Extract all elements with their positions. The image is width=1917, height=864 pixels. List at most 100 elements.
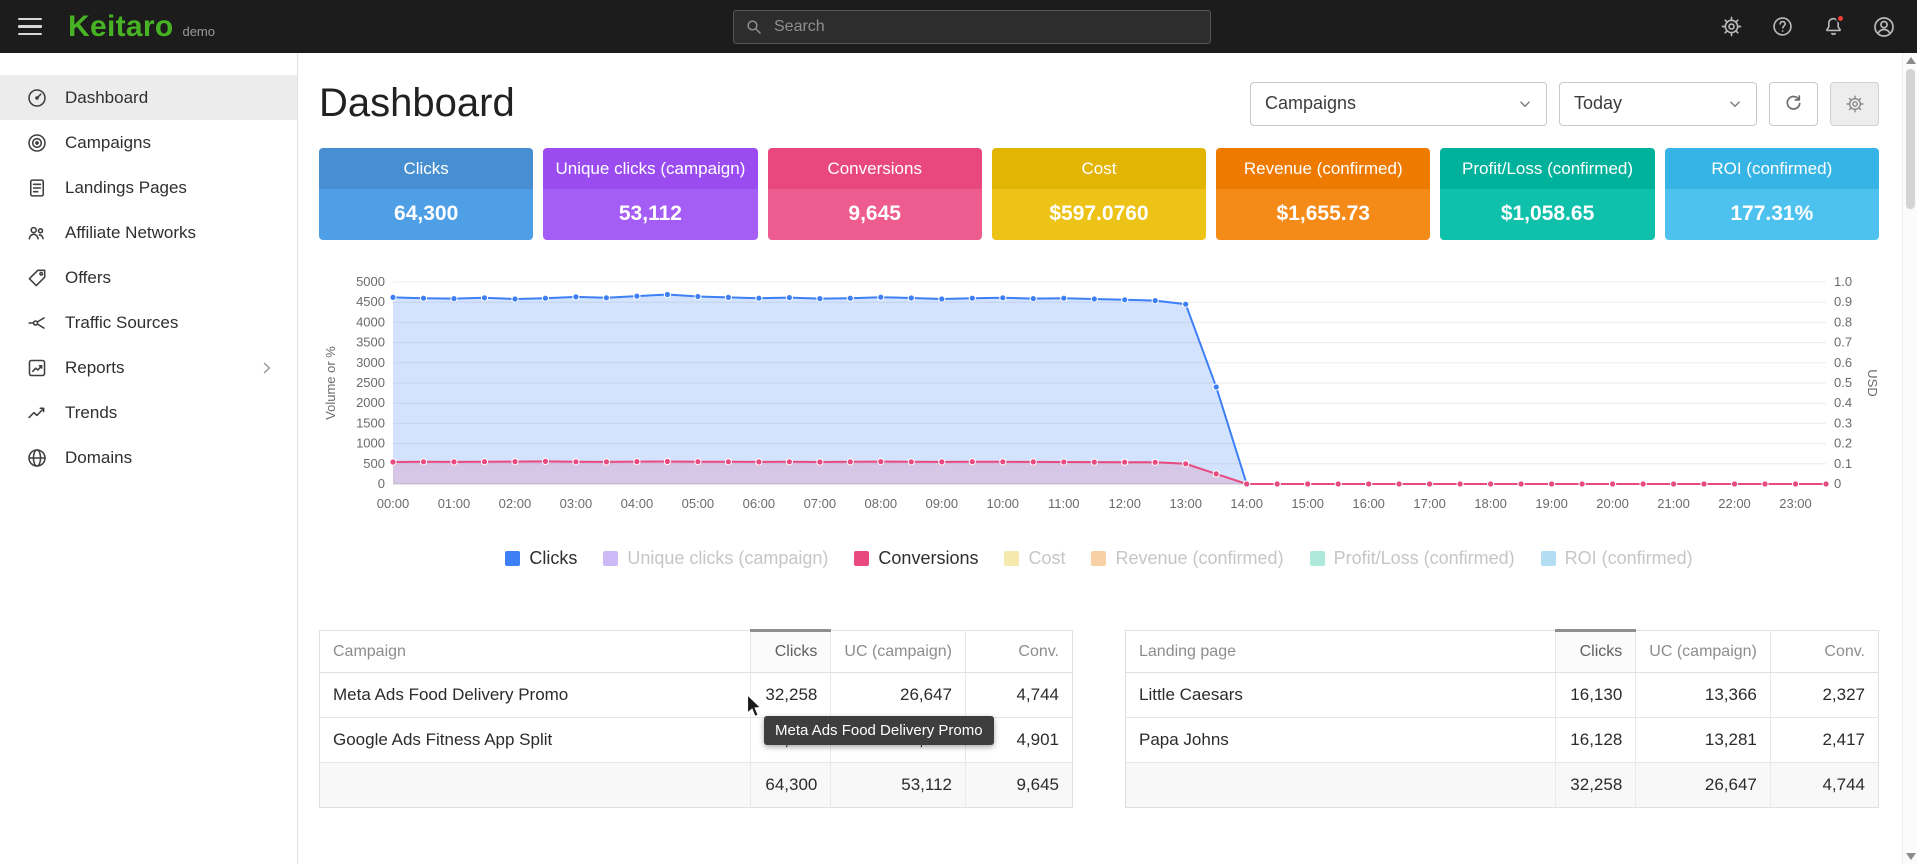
svg-text:0.3: 0.3 (1834, 415, 1852, 430)
total-cell (320, 763, 751, 808)
total-cell: 32,258 (1556, 763, 1636, 808)
scroll-up-arrow-icon[interactable] (1906, 57, 1916, 64)
scroll-down-arrow-icon[interactable] (1906, 853, 1916, 860)
value-cell: 13,281 (1636, 718, 1771, 763)
scrollbar-thumb[interactable] (1906, 69, 1915, 209)
column-header-landing-page[interactable]: Landing page (1126, 631, 1556, 673)
metric-card-label: Unique clicks (campaign) (543, 148, 757, 189)
metric-card-value: $1,058.65 (1440, 189, 1654, 240)
dashboard-chart-svg[interactable]: 005000.110000.215000.320000.425000.53000… (319, 272, 1880, 527)
metric-card-cost[interactable]: Cost$597.0760 (992, 148, 1206, 240)
settings-gear-icon[interactable] (1718, 14, 1744, 40)
svg-text:20:00: 20:00 (1596, 496, 1629, 511)
metric-card-label: Conversions (768, 148, 982, 189)
logo-text: Keitaro (68, 12, 173, 42)
row-name-cell: Google Ads Fitness App Split (320, 718, 751, 763)
svg-text:4000: 4000 (356, 314, 385, 329)
campaigns-filter-select[interactable]: Campaigns (1250, 82, 1547, 126)
report-chart-icon (26, 357, 48, 379)
sidebar-item-traffic-sources[interactable]: Traffic Sources (0, 300, 297, 345)
svg-text:18:00: 18:00 (1474, 496, 1507, 511)
column-header-clicks[interactable]: Clicks (1556, 631, 1636, 673)
table-row[interactable]: Little Caesars16,13013,3662,327 (1126, 673, 1879, 718)
column-header-conv[interactable]: Conv. (965, 631, 1072, 673)
legend-item-conversions[interactable]: Conversions (854, 548, 978, 569)
app-root: Keitaro demo Da (0, 0, 1917, 53)
svg-text:0.7: 0.7 (1834, 335, 1852, 350)
legend-swatch (505, 551, 520, 566)
table-row[interactable]: Meta Ads Food Delivery Promo32,25826,647… (320, 673, 1073, 718)
speedometer-icon (26, 87, 48, 109)
legend-item-clicks[interactable]: Clicks (505, 548, 577, 569)
legend-item-roi-confirmed[interactable]: ROI (confirmed) (1541, 548, 1693, 569)
table-row[interactable]: Papa Johns16,12813,2812,417 (1126, 718, 1879, 763)
svg-text:0.6: 0.6 (1834, 355, 1852, 370)
svg-text:22:00: 22:00 (1718, 496, 1751, 511)
legend-item-unique-clicks-campaign[interactable]: Unique clicks (campaign) (603, 548, 828, 569)
svg-text:0.8: 0.8 (1834, 314, 1852, 329)
metric-card-conversions[interactable]: Conversions9,645 (768, 148, 982, 240)
svg-text:5000: 5000 (356, 274, 385, 289)
svg-text:1.0: 1.0 (1834, 274, 1852, 289)
notifications-bell-icon[interactable] (1820, 14, 1846, 40)
user-avatar-icon[interactable] (1871, 14, 1897, 40)
sidebar-item-landings-pages[interactable]: Landings Pages (0, 165, 297, 210)
sidebar-item-offers[interactable]: Offers (0, 255, 297, 300)
sidebar-item-domains[interactable]: Domains (0, 435, 297, 480)
metric-card-revenue-confirmed[interactable]: Revenue (confirmed)$1,655.73 (1216, 148, 1430, 240)
target-icon (26, 132, 48, 154)
value-cell: 26,647 (831, 673, 966, 718)
svg-text:02:00: 02:00 (499, 496, 532, 511)
total-cell: 4,744 (1770, 763, 1878, 808)
sidebar-item-reports[interactable]: Reports (0, 345, 297, 390)
legend-swatch (1004, 551, 1019, 566)
search-input[interactable] (772, 17, 1199, 37)
svg-text:08:00: 08:00 (865, 496, 898, 511)
dashboard-chart: 005000.110000.215000.320000.425000.53000… (319, 272, 1879, 532)
legend-label: Revenue (confirmed) (1115, 548, 1283, 569)
sidebar-item-dashboard[interactable]: Dashboard (0, 75, 297, 120)
svg-text:2500: 2500 (356, 375, 385, 390)
metric-card-roi-confirmed[interactable]: ROI (confirmed)177.31% (1665, 148, 1879, 240)
gear-icon (1845, 94, 1865, 114)
search-box[interactable] (733, 10, 1211, 44)
dashboard-settings-button[interactable] (1830, 82, 1879, 126)
value-cell: 13,366 (1636, 673, 1771, 718)
legend-label: Profit/Loss (confirmed) (1334, 548, 1515, 569)
page-scrollbar[interactable] (1902, 53, 1917, 864)
row-name-cell: Little Caesars (1126, 673, 1556, 718)
total-cell: 64,300 (751, 763, 831, 808)
column-header-uc-campaign[interactable]: UC (campaign) (1636, 631, 1771, 673)
sidebar-item-label: Trends (65, 403, 117, 423)
help-icon[interactable] (1769, 14, 1795, 40)
keitaro-logo[interactable]: Keitaro demo (68, 12, 215, 42)
legend-item-cost[interactable]: Cost (1004, 548, 1065, 569)
legend-item-profit-loss-confirmed[interactable]: Profit/Loss (confirmed) (1310, 548, 1515, 569)
svg-text:12:00: 12:00 (1108, 496, 1141, 511)
metric-card-value: 53,112 (543, 189, 757, 240)
legend-item-revenue-confirmed[interactable]: Revenue (confirmed) (1091, 548, 1283, 569)
metric-card-unique-clicks-campaign[interactable]: Unique clicks (campaign)53,112 (543, 148, 757, 240)
svg-text:0.9: 0.9 (1834, 294, 1852, 309)
logo-demo-label: demo (182, 24, 215, 42)
sidebar-item-affiliate-networks[interactable]: Affiliate Networks (0, 210, 297, 255)
column-header-campaign[interactable]: Campaign (320, 631, 751, 673)
hamburger-menu-icon[interactable] (18, 18, 42, 36)
svg-text:05:00: 05:00 (682, 496, 715, 511)
column-header-conv[interactable]: Conv. (1770, 631, 1878, 673)
svg-text:1000: 1000 (356, 436, 385, 451)
value-cell: 2,417 (1770, 718, 1878, 763)
metric-card-profit-loss-confirmed[interactable]: Profit/Loss (confirmed)$1,058.65 (1440, 148, 1654, 240)
row-name-cell: Papa Johns (1126, 718, 1556, 763)
date-range-select[interactable]: Today (1559, 82, 1757, 126)
metric-card-clicks[interactable]: Clicks64,300 (319, 148, 533, 240)
metric-card-label: Profit/Loss (confirmed) (1440, 148, 1654, 189)
legend-swatch (1541, 551, 1556, 566)
sidebar-item-trends[interactable]: Trends (0, 390, 297, 435)
sidebar-item-campaigns[interactable]: Campaigns (0, 120, 297, 165)
column-header-clicks[interactable]: Clicks (751, 631, 831, 673)
svg-text:01:00: 01:00 (438, 496, 471, 511)
trend-up-icon (26, 402, 48, 424)
column-header-uc-campaign[interactable]: UC (campaign) (831, 631, 966, 673)
refresh-button[interactable] (1769, 82, 1818, 126)
